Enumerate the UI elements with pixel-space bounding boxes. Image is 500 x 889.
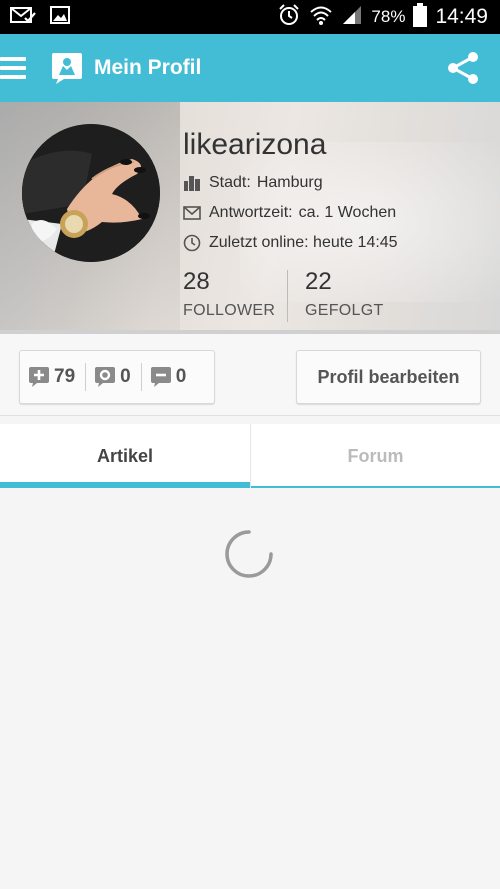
envelope-icon xyxy=(183,206,201,220)
alarm-icon xyxy=(277,3,301,32)
action-row: 79 0 0 Profil bearbeiten xyxy=(0,334,500,416)
tab-bar: Artikel Forum xyxy=(0,424,500,488)
avatar[interactable] xyxy=(22,124,160,262)
following-label: GEFOLGT xyxy=(305,302,384,319)
response-row: Antwortzeit: ca. 1 Wochen xyxy=(183,204,396,222)
neutral-count-item[interactable]: 0 xyxy=(86,351,131,403)
plus-count: 79 xyxy=(54,366,76,387)
neutral-bubble-icon xyxy=(95,367,116,387)
loading-spinner-icon xyxy=(225,530,273,578)
signal-icon xyxy=(341,4,363,31)
edit-profile-button[interactable]: Profil bearbeiten xyxy=(296,350,481,404)
followers-stat[interactable]: 28 FOLLOWER xyxy=(183,268,275,320)
tab-artikel[interactable]: Artikel xyxy=(0,424,250,488)
rating-counts: 79 0 0 xyxy=(19,350,215,404)
minus-count: 0 xyxy=(175,366,187,387)
plus-bubble-icon xyxy=(29,367,49,387)
wifi-icon xyxy=(309,4,333,31)
following-stat[interactable]: 22 GEFOLGT xyxy=(305,268,384,320)
tab-forum[interactable]: Forum xyxy=(250,424,500,488)
battery-percent: 78% xyxy=(371,7,406,26)
tab-content xyxy=(0,488,500,889)
app-logo-icon xyxy=(52,53,82,84)
following-count: 22 xyxy=(305,268,332,295)
battery-icon xyxy=(413,2,428,32)
city-row: Stadt: Hamburg xyxy=(183,174,323,192)
city-value: Hamburg xyxy=(256,174,323,191)
city-label: Stadt: xyxy=(209,174,251,191)
minus-count-item[interactable]: 0 xyxy=(142,351,187,403)
plus-count-item[interactable]: 79 xyxy=(20,351,75,403)
stat-divider xyxy=(287,270,288,322)
mail-check-icon xyxy=(10,6,36,29)
neutral-count: 0 xyxy=(120,366,131,387)
response-value: ca. 1 Wochen xyxy=(298,204,397,221)
profile-header: likearizona Stadt: Hamburg Antwortzeit: … xyxy=(0,102,500,334)
menu-icon[interactable] xyxy=(0,57,26,79)
profile-username: likearizona xyxy=(183,128,327,161)
status-bar: 78% 14:49 xyxy=(0,0,500,34)
app-bar: Mein Profil xyxy=(0,34,500,102)
followers-count: 28 xyxy=(183,268,210,295)
image-icon xyxy=(50,5,70,29)
share-icon[interactable] xyxy=(446,51,480,85)
minus-bubble-icon xyxy=(150,367,171,387)
app-title: Mein Profil xyxy=(94,56,202,79)
clock-icon xyxy=(183,234,201,252)
city-icon xyxy=(184,176,200,191)
last-online-text: Zuletzt online: heute 14:45 xyxy=(209,234,398,251)
last-online-row: Zuletzt online: heute 14:45 xyxy=(183,234,398,252)
followers-label: FOLLOWER xyxy=(183,302,276,319)
status-time: 14:49 xyxy=(435,5,488,28)
response-label: Antwortzeit: xyxy=(209,204,293,221)
